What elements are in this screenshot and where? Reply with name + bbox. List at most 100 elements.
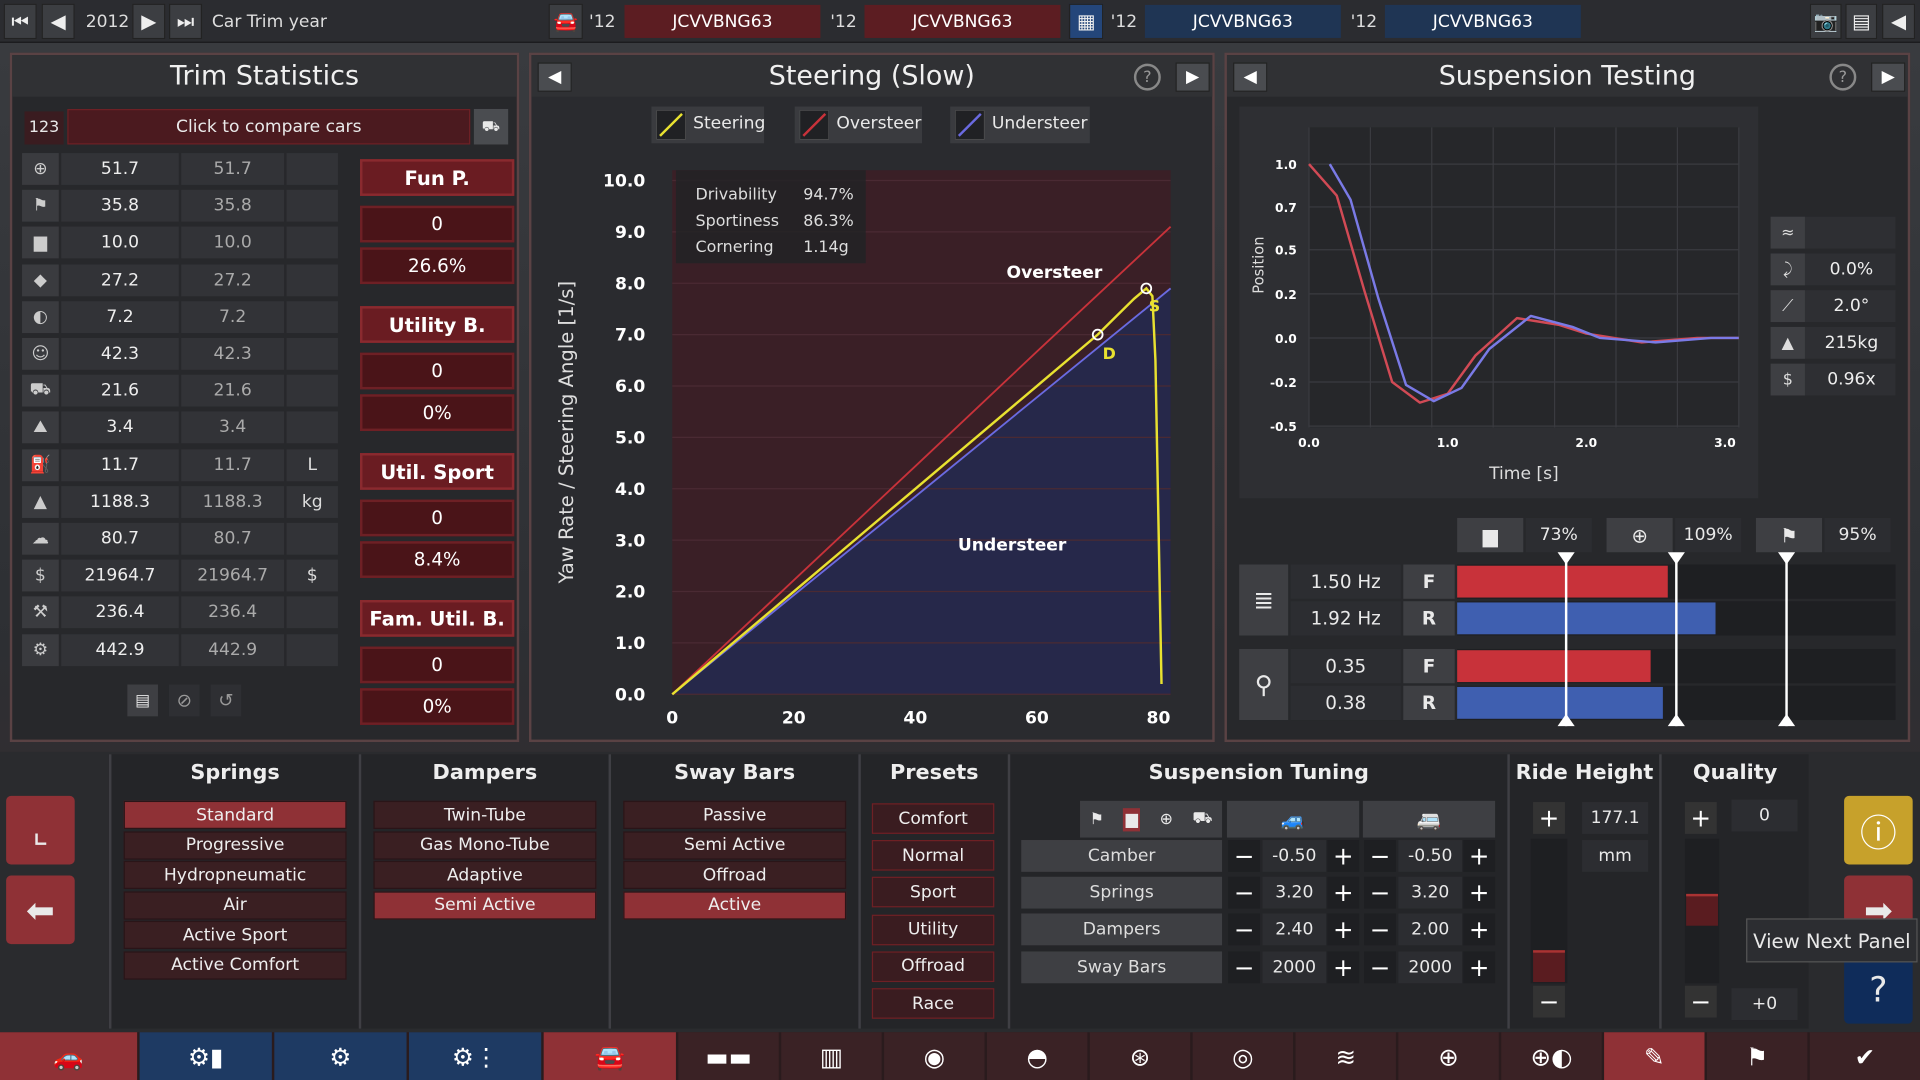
- quality-decrease[interactable]: −: [1684, 985, 1717, 1018]
- car-2-slot[interactable]: JCVVBNG63: [864, 4, 1061, 38]
- next-year-button[interactable]: ▶: [132, 3, 166, 40]
- rear-decrease-button[interactable]: −: [1364, 913, 1396, 946]
- clear-icon[interactable]: ⊘: [168, 684, 200, 717]
- lights-icon[interactable]: ◉: [884, 1032, 985, 1080]
- car-1-slot[interactable]: JCVVBNG63: [624, 4, 821, 38]
- rear-increase-button[interactable]: +: [1463, 840, 1496, 872]
- suspension-design-icon[interactable]: ⚙: [274, 1032, 407, 1080]
- help-button[interactable]: ?: [1844, 955, 1913, 1024]
- quality-handle[interactable]: [1686, 893, 1718, 926]
- rear-decrease-button[interactable]: −: [1364, 840, 1396, 872]
- front-decrease-button[interactable]: −: [1228, 913, 1261, 946]
- front-decrease-button[interactable]: −: [1228, 840, 1261, 872]
- stat-unit: [286, 374, 338, 407]
- dampers-option[interactable]: Twin-Tube: [373, 800, 597, 829]
- panel-title: Trim Statistics: [12, 55, 517, 97]
- preset-normal-button[interactable]: Normal: [871, 840, 995, 871]
- rear-increase-button[interactable]: +: [1463, 950, 1496, 983]
- column-title: Presets: [890, 760, 979, 785]
- prev-panel-button[interactable]: ◀: [537, 62, 572, 92]
- help-icon[interactable]: ?: [1829, 63, 1857, 91]
- sway-option[interactable]: Semi Active: [623, 830, 847, 859]
- warning-icon[interactable]: ⓘ: [1844, 795, 1913, 865]
- drivetrain-icon[interactable]: ⚙⋮: [408, 1032, 542, 1080]
- sway-option[interactable]: Active: [623, 890, 847, 919]
- tires-icon[interactable]: ◎: [1192, 1032, 1294, 1080]
- rear-decrease-button[interactable]: −: [1364, 876, 1396, 909]
- car-icon[interactable]: 🚘: [548, 3, 583, 40]
- rear-decrease-button[interactable]: −: [1364, 950, 1396, 983]
- truck-icon[interactable]: ⛟: [1192, 809, 1212, 830]
- next-panel-button[interactable]: ▶: [1871, 62, 1906, 92]
- score-percent: 26.6%: [360, 247, 515, 285]
- steering-swatch: [656, 110, 686, 140]
- chassis-icon[interactable]: ⚙▮: [139, 1032, 272, 1080]
- car-body-icon[interactable]: 🚗: [0, 1032, 138, 1080]
- understeer-swatch: [955, 110, 985, 140]
- next-panel-button[interactable]: ▶: [1175, 62, 1210, 92]
- aero-icon[interactable]: ≋: [1295, 1032, 1396, 1080]
- springs-option[interactable]: Standard: [123, 800, 347, 829]
- dampers-option[interactable]: Gas Mono-Tube: [373, 830, 597, 859]
- reset-icon[interactable]: ↺: [210, 684, 242, 717]
- front-decrease-button[interactable]: −: [1228, 950, 1261, 983]
- preset-sport-button[interactable]: Sport: [871, 877, 995, 908]
- ride-height-handle[interactable]: [1533, 950, 1565, 983]
- help-icon[interactable]: ?: [1133, 63, 1161, 91]
- springs-option[interactable]: Hydropneumatic: [123, 860, 347, 889]
- interior-icon[interactable]: ▬▬: [678, 1032, 779, 1080]
- paint-icon[interactable]: ✎: [1604, 1032, 1705, 1080]
- first-year-button[interactable]: ⏮: [3, 3, 37, 40]
- fixtures-icon[interactable]: ▥: [781, 1032, 882, 1080]
- springs-option[interactable]: Air: [123, 890, 347, 919]
- compare-icon[interactable]: ▦: [1068, 3, 1104, 40]
- calculator-icon[interactable]: ▤: [1845, 3, 1878, 40]
- camera-icon[interactable]: 📷: [1809, 3, 1842, 40]
- race-flag-icon[interactable]: ⚑: [1090, 810, 1104, 828]
- last-year-button[interactable]: ⏭: [168, 3, 203, 40]
- quality-increase[interactable]: +: [1684, 802, 1717, 834]
- dampers-option[interactable]: Semi Active: [373, 890, 597, 919]
- front-increase-button[interactable]: +: [1327, 876, 1360, 909]
- confirm-icon[interactable]: ✔: [1809, 1032, 1920, 1080]
- comfort-seat-icon[interactable]: ▆: [1123, 807, 1141, 831]
- suspension-tab-icon[interactable]: 🚘: [543, 1032, 676, 1080]
- report-icon[interactable]: ▤: [127, 684, 158, 717]
- ride-height-decrease[interactable]: −: [1533, 985, 1565, 1018]
- preset-offroad-button[interactable]: Offroad: [871, 951, 995, 982]
- preset-race-button[interactable]: Race: [871, 988, 995, 1019]
- rear-increase-button[interactable]: +: [1463, 913, 1496, 946]
- preset-utility-button[interactable]: Utility: [871, 914, 995, 945]
- stat-compare-value: 21964.7: [181, 559, 285, 592]
- car-3-slot[interactable]: JCVVBNG63: [1144, 4, 1341, 38]
- finish-icon[interactable]: ⚑: [1706, 1032, 1808, 1080]
- springs-option[interactable]: Active Comfort: [123, 950, 347, 979]
- brakes-icon[interactable]: ◓: [986, 1032, 1088, 1080]
- back-arrow-icon[interactable]: ⬅: [6, 875, 75, 945]
- back-icon[interactable]: ◀: [1882, 3, 1916, 40]
- wheels-icon[interactable]: ⊛: [1089, 1032, 1191, 1080]
- front-increase-button[interactable]: +: [1327, 913, 1360, 946]
- graph-icon[interactable]: ⌞: [6, 795, 75, 865]
- sway-option[interactable]: Passive: [623, 800, 847, 829]
- steering-test-icon[interactable]: ⊕: [1398, 1032, 1499, 1080]
- prev-panel-button[interactable]: ◀: [1233, 62, 1268, 92]
- springs-option[interactable]: Progressive: [123, 830, 347, 859]
- gem-icon: ◆: [22, 263, 59, 296]
- compare-car-icon[interactable]: ⛟: [473, 108, 509, 145]
- car-4-slot[interactable]: JCVVBNG63: [1384, 4, 1581, 38]
- ride-height-increase[interactable]: +: [1533, 802, 1565, 834]
- steering-wheel-icon[interactable]: ⊕: [1160, 810, 1173, 828]
- preset-comfort-button[interactable]: Comfort: [871, 803, 995, 834]
- rear-increase-button[interactable]: +: [1463, 876, 1496, 909]
- x-tick-label: 1.0: [1437, 436, 1459, 450]
- front-increase-button[interactable]: +: [1327, 840, 1360, 872]
- dampers-option[interactable]: Adaptive: [373, 860, 597, 889]
- springs-option[interactable]: Active Sport: [123, 920, 347, 949]
- front-increase-button[interactable]: +: [1327, 950, 1360, 983]
- compare-cars-button[interactable]: Click to compare cars: [67, 108, 471, 145]
- sway-option[interactable]: Offroad: [623, 860, 847, 889]
- front-decrease-button[interactable]: −: [1228, 876, 1261, 909]
- safety-test-icon[interactable]: ⊕◐: [1501, 1032, 1602, 1080]
- prev-year-button[interactable]: ◀: [41, 3, 75, 40]
